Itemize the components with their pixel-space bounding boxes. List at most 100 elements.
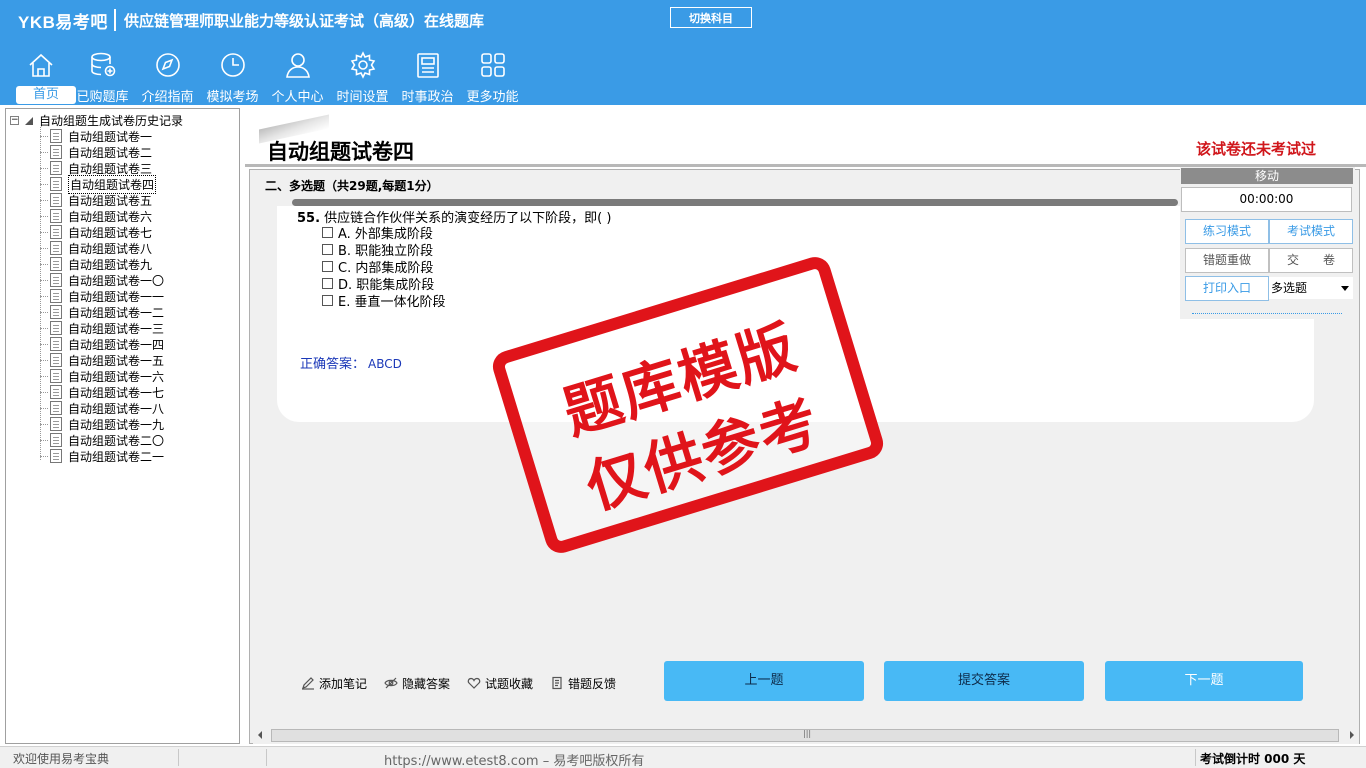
tree-connector [40,247,48,249]
tree-item[interactable]: 自动组题试卷一九 [40,416,164,432]
tree-item-label: 自动组题试卷五 [68,193,153,208]
document-icon [50,225,62,239]
option-checkbox[interactable] [322,244,333,255]
tree-item[interactable]: 自动组题试卷四 [40,174,157,194]
nav-purchased[interactable]: 已购题库 [70,46,135,105]
status-bar: 欢迎使用易考宝典 https://www.etest8.com – 易考吧版权所… [0,746,1366,768]
tree-item-label: 自动组题试卷一八 [68,401,165,416]
tree-root[interactable]: − 自动组题生成试卷历史记录 [10,112,183,129]
tree-item[interactable]: 自动组题试卷七 [40,224,152,240]
option-checkbox[interactable] [322,295,333,306]
switch-subject-button[interactable]: 切换科目 [670,7,752,28]
tree-item[interactable]: 自动组题试卷九 [40,256,152,272]
scroll-right-arrow-icon[interactable] [1350,731,1354,739]
grid-icon [480,53,505,77]
nav-home-label: 首页 [16,86,76,104]
add-note-button[interactable]: 添加笔记 [301,675,367,691]
nav-more[interactable]: 更多功能 [460,46,525,105]
tree-item[interactable]: 自动组题试卷六 [40,208,152,224]
tree-item[interactable]: 自动组题试卷一一 [40,288,164,304]
app-window: YKB易考吧 供应链管理师职业能力等级认证考试（高级）在线题库 切换科目 首页 … [0,0,1366,768]
tree-item-label: 自动组题试卷一〇 [68,273,165,288]
tree-item[interactable]: 自动组题试卷一七 [40,384,164,400]
tree-item[interactable]: 自动组题试卷一二 [40,304,164,320]
answer-option[interactable]: E. 垂直一体化阶段 [322,292,445,310]
tree-item-label: 自动组题试卷一七 [68,385,165,400]
tree-item[interactable]: 自动组题试卷一三 [40,320,164,336]
horizontal-scrollbar[interactable]: ||| [253,727,1359,744]
tree-item[interactable]: 自动组题试卷一 [40,128,152,144]
database-icon [90,52,115,77]
tree-item[interactable]: 自动组题试卷一四 [40,336,164,352]
welcome-text: 欢迎使用易考宝典 [13,752,110,766]
tree-item-label: 自动组题试卷一五 [68,353,165,368]
tree-item-label: 自动组题试卷二一 [68,449,165,464]
status-separator [266,749,267,766]
error-feedback-label: 错题反馈 [568,676,617,691]
answer-option[interactable]: A. 外部集成阶段 [322,224,433,242]
news-icon [416,53,439,78]
print-entry-button[interactable]: 打印入口 [1185,276,1269,301]
collapse-icon[interactable]: − [10,116,19,125]
eye-icon [384,677,398,689]
submit-answer-button[interactable]: 提交答案 [884,661,1084,701]
error-feedback-button[interactable]: 错题反馈 [550,675,616,691]
nav-guide[interactable]: 介绍指南 [135,46,200,105]
document-icon [50,257,62,271]
tree-item[interactable]: 自动组题试卷一八 [40,400,164,416]
tree-connector [40,199,48,201]
feedback-icon [552,676,562,690]
tree-connector [40,375,48,377]
tree-item[interactable]: 自动组题试卷二 [40,144,152,160]
document-icon [50,433,62,447]
scrollbar-grip-icon: ||| [803,729,812,738]
answer-option[interactable]: C. 内部集成阶段 [322,258,433,276]
pencil-icon [302,677,314,690]
nav-mock-exam[interactable]: 模拟考场 [200,46,265,105]
document-icon [50,369,62,383]
tree-item[interactable]: 自动组题试卷八 [40,240,152,256]
nav-time-settings[interactable]: 时间设置 [330,46,395,105]
add-note-label: 添加笔记 [319,676,368,691]
panel-move-handle[interactable]: 移动 [1181,168,1353,184]
tree-item[interactable]: 自动组题试卷二一 [40,448,164,464]
option-checkbox[interactable] [322,261,333,272]
next-question-button[interactable]: 下一题 [1105,661,1303,701]
submit-paper-button[interactable]: 交 卷 [1269,248,1353,273]
tree-item[interactable]: 自动组题试卷一〇 [40,272,164,288]
paper-history-tree[interactable]: − 自动组题生成试卷历史记录 自动组题试卷一 自动组题试卷二 自动组题试卷三 自动组题… [5,108,240,744]
dropdown-arrow-icon [1341,286,1349,291]
answer-option[interactable]: B. 职能独立阶段 [322,241,433,259]
copyright-url: https://www.etest8.com – 易考吧版权所有 [384,754,645,768]
section-title: 二、多选题（共29题,每题1分） [265,179,439,193]
tree-item[interactable]: 自动组题试卷一五 [40,352,164,368]
question-type-value: 多选题 [1271,281,1308,295]
question-type-select[interactable]: 多选题 [1269,277,1353,299]
hide-answer-button[interactable]: 隐藏答案 [384,675,450,691]
prev-question-button[interactable]: 上一题 [664,661,864,701]
practice-mode-button[interactable]: 练习模式 [1185,219,1269,244]
nav-profile[interactable]: 个人中心 [265,46,330,105]
scroll-left-arrow-icon[interactable] [258,731,262,739]
tree-item[interactable]: 自动组题试卷一六 [40,368,164,384]
tree-connector [40,263,48,265]
redo-wrong-button[interactable]: 错题重做 [1185,248,1269,273]
answer-option[interactable]: D. 职能集成阶段 [322,275,434,293]
tree-root-label: 自动组题生成试卷历史记录 [39,114,184,128]
nav-home[interactable]: 首页 [8,46,76,104]
tree-item-label: 自动组题试卷八 [68,241,153,256]
option-checkbox[interactable] [322,227,333,238]
tree-item-label: 自动组题试卷一九 [68,417,165,432]
nav-mock-exam-label: 模拟考场 [206,90,259,105]
gear-icon [350,51,375,79]
panel-bottom-line [1192,313,1342,314]
option-checkbox[interactable] [322,278,333,289]
tree-item[interactable]: 自动组题试卷五 [40,192,152,208]
exam-mode-button[interactable]: 考试模式 [1269,219,1353,244]
tree-item[interactable]: 自动组题试卷二〇 [40,432,164,448]
document-icon [50,449,62,463]
favorite-question-button[interactable]: 试题收藏 [467,675,533,691]
tree-connector [40,327,48,329]
tree-item-label: 自动组题试卷七 [68,225,153,240]
nav-current-affairs[interactable]: 时事政治 [395,46,460,105]
